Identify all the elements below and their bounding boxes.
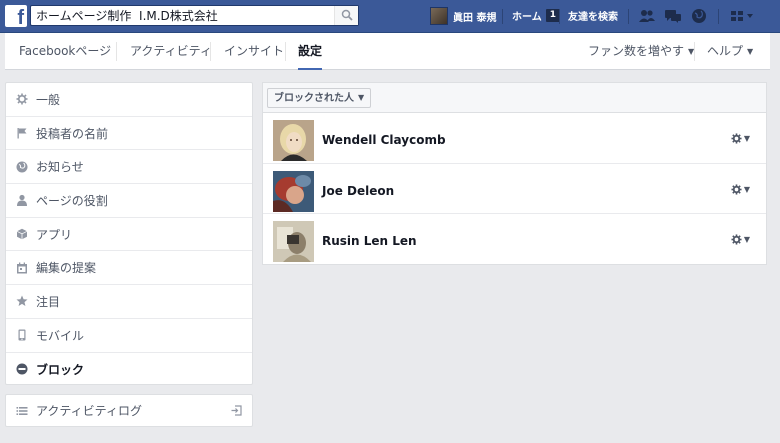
chevron-down-icon: ▼ bbox=[358, 93, 365, 102]
sidebar-item-label: アプリ bbox=[36, 227, 73, 242]
person-icon bbox=[17, 195, 27, 207]
user-name: 眞田 泰規 bbox=[453, 12, 497, 24]
person-options-button[interactable]: ▼ bbox=[731, 183, 750, 195]
sidebar-item-suggested-edits[interactable]: 編集の提案 bbox=[6, 251, 252, 286]
flag-icon bbox=[17, 128, 27, 139]
tab-settings[interactable]: 設定 bbox=[298, 33, 323, 70]
search-button[interactable] bbox=[334, 6, 358, 25]
messages-icon[interactable] bbox=[664, 8, 682, 24]
nav-divider bbox=[502, 9, 503, 24]
tab-divider bbox=[285, 42, 286, 61]
sidebar-item-label: 注目 bbox=[36, 294, 61, 309]
block-icon bbox=[16, 363, 28, 375]
home-link[interactable]: ホーム 1 bbox=[512, 8, 560, 23]
chevron-down-icon: ▼ bbox=[743, 134, 750, 143]
sidebar-item-label: お知らせ bbox=[36, 160, 84, 175]
tab-facebook-page[interactable]: Facebookページ bbox=[19, 33, 111, 70]
calendar-icon bbox=[17, 262, 27, 274]
activity-log-panel: アクティビティログ bbox=[5, 394, 253, 427]
promote-label: ファン数を増やす bbox=[588, 44, 685, 58]
blocked-filter-label: ブロックされた人 bbox=[274, 93, 354, 104]
sidebar-item-activity-log[interactable]: アクティビティログ bbox=[6, 395, 252, 426]
account-menu-icon[interactable] bbox=[730, 9, 756, 23]
sidebar-item-label: 一般 bbox=[36, 92, 61, 107]
tab-divider bbox=[210, 42, 211, 61]
sidebar-item-label: 投稿者の名前 bbox=[36, 126, 109, 141]
person-name[interactable]: Joe Deleon bbox=[322, 184, 394, 198]
profile-photo[interactable] bbox=[273, 170, 314, 212]
sidebar-item-general[interactable]: 一般 bbox=[6, 83, 252, 117]
sidebar-item-label: ブロック bbox=[36, 362, 85, 377]
blocked-type-dropdown[interactable]: ブロックされた人 ▼ bbox=[267, 88, 372, 108]
sidebar-item-label: モバイル bbox=[36, 328, 85, 343]
gear-icon bbox=[731, 183, 742, 195]
search-icon bbox=[341, 9, 353, 21]
gear-icon bbox=[16, 93, 28, 105]
open-external-icon bbox=[231, 405, 242, 416]
notifications-globe-icon[interactable] bbox=[690, 8, 708, 24]
profile-photo[interactable] bbox=[273, 120, 314, 161]
globe-icon bbox=[16, 161, 28, 173]
list-item: Rusin Len Len ▼ bbox=[263, 214, 766, 265]
person-options-button[interactable]: ▼ bbox=[731, 234, 750, 245]
search-input[interactable] bbox=[31, 6, 331, 25]
mobile-icon bbox=[18, 329, 26, 341]
profile-link[interactable]: 眞田 泰規 bbox=[430, 7, 496, 25]
sidebar-item-label: ページの役割 bbox=[36, 193, 108, 208]
star-icon bbox=[16, 295, 28, 307]
list-item: Wendell Claycomb ▼ bbox=[263, 113, 766, 164]
tab-insights[interactable]: インサイト bbox=[224, 33, 284, 70]
sidebar-item-notifications[interactable]: お知らせ bbox=[6, 150, 252, 185]
find-friends-link[interactable]: 友達を検索 bbox=[568, 8, 618, 23]
sidebar-item-mobile[interactable]: モバイル bbox=[6, 319, 252, 353]
nav-divider bbox=[718, 9, 719, 24]
sidebar-item-post-attribution[interactable]: 投稿者の名前 bbox=[6, 117, 252, 151]
home-count-badge: 1 bbox=[545, 9, 560, 22]
tab-divider bbox=[694, 42, 695, 61]
sidebar-item-page-roles[interactable]: ページの役割 bbox=[6, 184, 252, 218]
sidebar-item-label: 編集の提案 bbox=[36, 261, 97, 276]
blocked-people-list: Wendell Claycomb ▼ Joe Deleon ▼ Rusin Le… bbox=[262, 112, 767, 265]
friend-requests-icon[interactable] bbox=[638, 8, 656, 24]
sidebar-item-block[interactable]: ブロック bbox=[6, 353, 252, 387]
gear-icon bbox=[731, 133, 742, 144]
help-menu[interactable]: ヘルプ ▼ bbox=[707, 33, 753, 70]
chevron-down-icon: ▼ bbox=[743, 235, 750, 244]
page-tab-bar: Facebookページ アクティビティ インサイト 設定 ファン数を増やす ▼ ヘ… bbox=[5, 33, 770, 70]
search-box bbox=[30, 5, 359, 26]
promote-page-menu[interactable]: ファン数を増やす ▼ bbox=[588, 33, 694, 70]
nav-divider bbox=[628, 9, 629, 24]
gear-icon bbox=[731, 234, 742, 245]
sidebar-item-featured[interactable]: 注目 bbox=[6, 285, 252, 319]
person-options-button[interactable]: ▼ bbox=[731, 133, 750, 144]
chevron-down-icon: ▼ bbox=[743, 184, 750, 194]
list-item: Joe Deleon ▼ bbox=[263, 164, 766, 214]
blocked-filter-bar: ブロックされた人 ▼ bbox=[262, 82, 767, 112]
person-name[interactable]: Rusin Len Len bbox=[322, 234, 417, 248]
nav-divider bbox=[559, 9, 560, 24]
profile-photo[interactable] bbox=[273, 221, 314, 262]
facebook-logo[interactable]: f bbox=[5, 5, 27, 29]
tab-activity[interactable]: アクティビティ bbox=[130, 33, 212, 70]
home-label: ホーム bbox=[512, 12, 542, 23]
help-label: ヘルプ bbox=[707, 44, 744, 58]
tab-divider bbox=[116, 42, 117, 61]
sidebar-item-label: アクティビティログ bbox=[36, 404, 142, 418]
chevron-down-icon: ▼ bbox=[747, 47, 754, 56]
person-name[interactable]: Wendell Claycomb bbox=[322, 133, 446, 147]
cube-icon bbox=[16, 228, 28, 240]
top-navigation-bar: f 眞田 泰規 ホーム 1 友達を検索 bbox=[0, 0, 780, 33]
list-icon bbox=[16, 406, 28, 415]
settings-sidebar: 一般 投稿者の名前 お知らせ ページの役割 アプリ 編集の提案 注目 モバイル … bbox=[5, 82, 253, 385]
sidebar-item-apps[interactable]: アプリ bbox=[6, 218, 252, 252]
avatar bbox=[430, 7, 448, 25]
